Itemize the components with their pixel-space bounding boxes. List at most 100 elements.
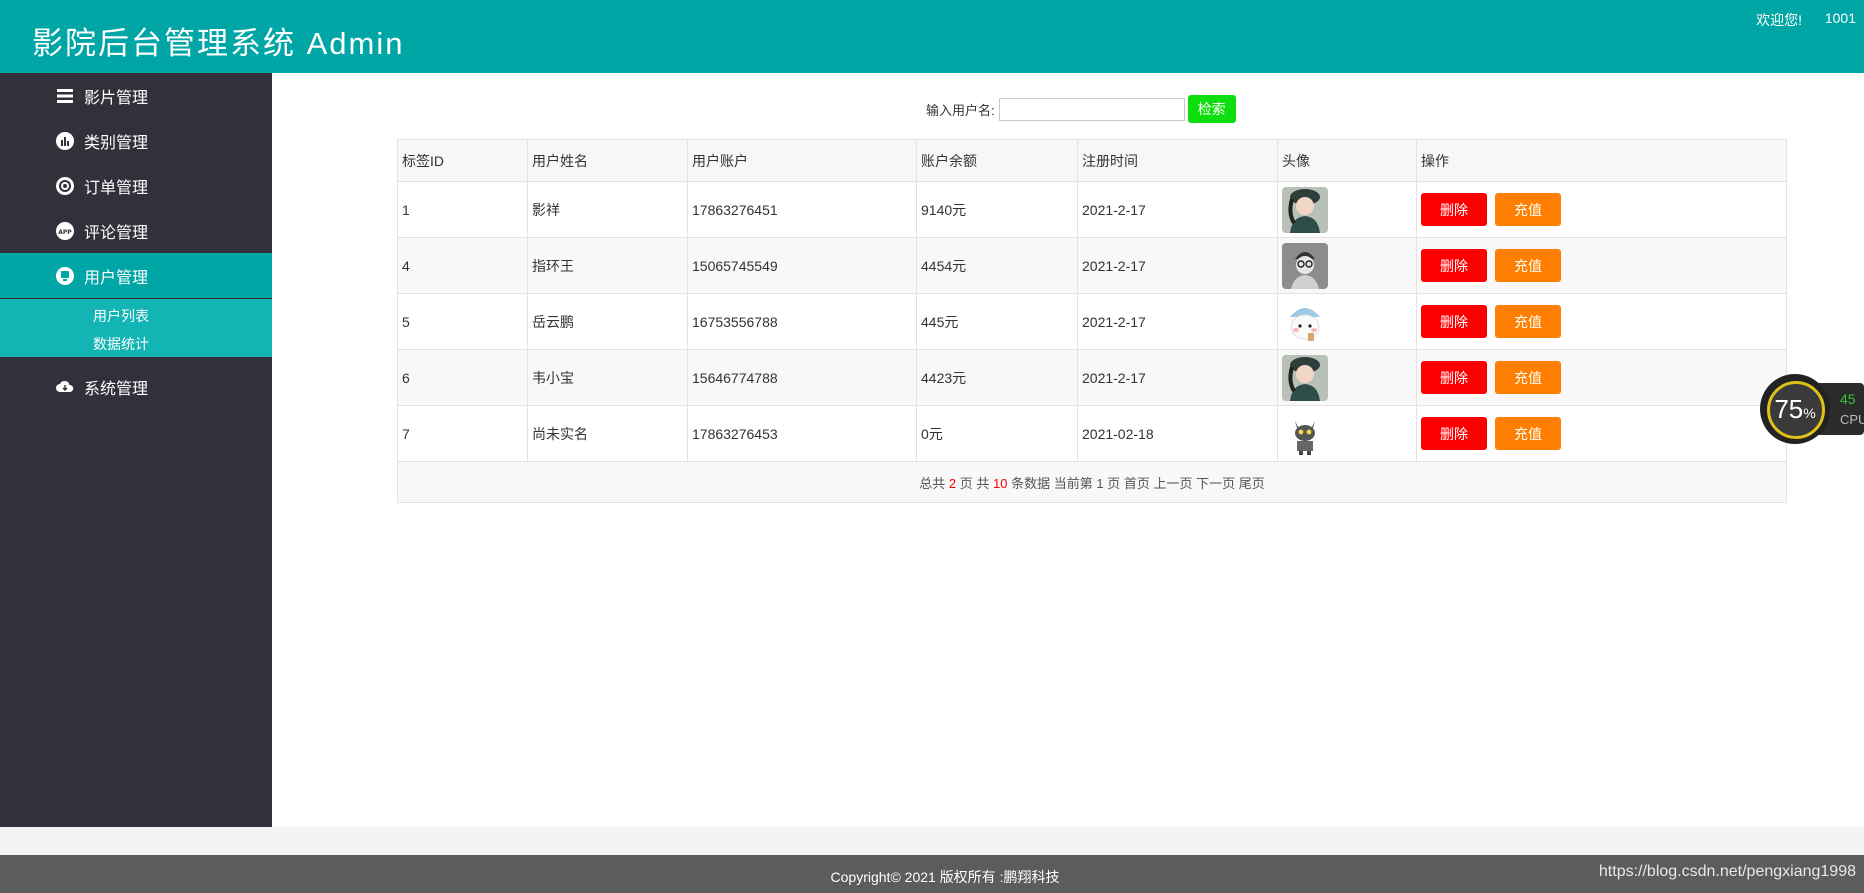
app-icon: APP <box>55 221 75 241</box>
cell-avatar <box>1277 181 1417 238</box>
pagination-text: 条数据 当前第 <box>1011 475 1093 491</box>
pagination-text: 总共 <box>919 475 946 491</box>
cell-avatar <box>1277 293 1417 350</box>
sidebar-item-label: 用户管理 <box>84 269 149 287</box>
watermark-url: https://blog.csdn.net/pengxiang1998 <box>1598 863 1856 880</box>
recharge-button[interactable]: 充值 <box>1495 361 1561 394</box>
cell-name: 指环王 <box>527 237 688 294</box>
delete-button[interactable]: 删除 <box>1421 249 1487 282</box>
cell-actions: 删除 充值 <box>1416 181 1787 238</box>
cell-date: 2021-2-17 <box>1077 349 1278 406</box>
cell-account: 15646774788 <box>687 349 917 406</box>
sidebar-item-label: 影片管理 <box>84 89 149 107</box>
svg-text:APP: APP <box>58 229 72 236</box>
cell-balance: 0元 <box>916 405 1078 462</box>
sidebar-item-label: 评论管理 <box>84 224 149 242</box>
total-pages: 2 <box>948 475 957 491</box>
cpu-secondary-value: 45 <box>1840 391 1856 407</box>
recharge-button[interactable]: 充值 <box>1495 249 1561 282</box>
recharge-button[interactable]: 充值 <box>1495 305 1561 338</box>
app-title: 影院后台管理系统 Admin <box>32 26 405 61</box>
sidebar-item-categories[interactable]: 类别管理 <box>0 118 272 163</box>
cell-name: 尚未实名 <box>527 405 688 462</box>
cell-id: 5 <box>397 293 528 350</box>
cell-account: 16753556788 <box>687 293 917 350</box>
cell-id: 1 <box>397 181 528 238</box>
submenu-statistics[interactable]: 数据统计 <box>93 334 149 354</box>
table-header-row: 标签ID 用户姓名 用户账户 账户余额 注册时间 头像 操作 <box>397 139 1787 182</box>
cell-account: 17863276453 <box>687 405 917 462</box>
column-header: 账户余额 <box>916 139 1078 182</box>
footer: Copyright© 2021 版权所有 :鹏翔科技 https://blog.… <box>0 855 1864 893</box>
cell-avatar <box>1277 237 1417 294</box>
column-header: 用户账户 <box>687 139 917 182</box>
search-label: 输入用户名: <box>926 102 995 118</box>
delete-button[interactable]: 删除 <box>1421 361 1487 394</box>
main-content: 输入用户名: 检索 标签ID 用户姓名 用户账户 账户余额 注册时间 头像 操作… <box>272 73 1864 827</box>
next-page-link[interactable]: 下一页 <box>1196 476 1235 491</box>
cell-balance: 9140元 <box>916 181 1078 238</box>
cell-balance: 4454元 <box>916 237 1078 294</box>
cell-id: 4 <box>397 237 528 294</box>
table-row: 7 尚未实名 17863276453 0元 2021-02-18 删除 充值 <box>397 405 1787 462</box>
pagination-text: 页 共 <box>959 475 990 491</box>
recharge-button[interactable]: 充值 <box>1495 193 1561 226</box>
cell-account: 15065745549 <box>687 237 917 294</box>
cell-actions: 删除 充值 <box>1416 349 1787 406</box>
sidebar-item-label: 类别管理 <box>84 134 149 152</box>
cell-date: 2021-2-17 <box>1077 293 1278 350</box>
user-table: 标签ID 用户姓名 用户账户 账户余额 注册时间 头像 操作 1 影祥 1786… <box>397 139 1787 503</box>
cpu-gauge: 75% <box>1760 374 1830 444</box>
search-bar: 输入用户名: 检索 <box>926 95 1236 123</box>
cell-actions: 删除 充值 <box>1416 293 1787 350</box>
copyright-text: Copyright© 2021 版权所有 :鹏翔科技 <box>830 869 1060 885</box>
submenu-user-list[interactable]: 用户列表 <box>93 306 149 326</box>
cpu-monitor-widget[interactable]: 75% <box>1760 374 1864 444</box>
column-header: 头像 <box>1277 139 1417 182</box>
cell-id: 7 <box>397 405 528 462</box>
sidebar-item-comments[interactable]: APP 评论管理 <box>0 208 272 253</box>
sidebar-item-system[interactable]: 系统管理 <box>0 364 272 409</box>
avatar <box>1282 242 1328 289</box>
cloud-icon <box>55 377 75 397</box>
column-header: 注册时间 <box>1077 139 1278 182</box>
cell-date: 2021-2-17 <box>1077 237 1278 294</box>
table-row: 4 指环王 15065745549 4454元 2021-2-17 删除 充值 <box>397 237 1787 294</box>
total-records: 10 <box>992 475 1008 491</box>
sidebar-item-label: 订单管理 <box>84 179 149 197</box>
cell-date: 2021-02-18 <box>1077 405 1278 462</box>
column-header: 用户姓名 <box>527 139 688 182</box>
delete-button[interactable]: 删除 <box>1421 193 1487 226</box>
cpu-percent: 75% <box>1774 394 1816 424</box>
first-page-link[interactable]: 首页 <box>1124 476 1150 491</box>
sidebar: 影片管理 类别管理 订单管理 APP 评论管理 用户管理 用户列表 数据统计 系… <box>0 73 272 827</box>
avatar <box>1282 186 1328 233</box>
delete-button[interactable]: 删除 <box>1421 417 1487 450</box>
welcome-text: 欢迎您! <box>1756 12 1802 28</box>
column-header: 操作 <box>1416 139 1787 182</box>
cell-balance: 445元 <box>916 293 1078 350</box>
sidebar-item-users[interactable]: 用户管理 <box>0 253 272 298</box>
cell-avatar <box>1277 405 1417 462</box>
avatar <box>1282 410 1328 457</box>
search-input[interactable] <box>998 97 1185 121</box>
delete-button[interactable]: 删除 <box>1421 305 1487 338</box>
cell-name: 韦小宝 <box>527 349 688 406</box>
recharge-button[interactable]: 充值 <box>1495 417 1561 450</box>
prev-page-link[interactable]: 上一页 <box>1153 476 1192 491</box>
user-icon <box>55 266 75 286</box>
last-page-link[interactable]: 尾页 <box>1239 476 1265 491</box>
cell-account: 17863276451 <box>687 181 917 238</box>
bar-chart-icon <box>55 131 75 151</box>
cell-name: 影祥 <box>527 181 688 238</box>
cell-date: 2021-2-17 <box>1077 181 1278 238</box>
sidebar-item-orders[interactable]: 订单管理 <box>0 163 272 208</box>
sidebar-item-movies[interactable]: 影片管理 <box>0 73 272 118</box>
table-row: 6 韦小宝 15646774788 4423元 2021-2-17 删除 充值 <box>397 349 1787 406</box>
user-submenu: 用户列表 数据统计 <box>0 299 272 357</box>
user-id: 1001 <box>1824 10 1856 26</box>
search-button[interactable]: 检索 <box>1187 95 1236 123</box>
table-row: 5 岳云鹏 16753556788 445元 2021-2-17 删除 充值 <box>397 293 1787 350</box>
column-header: 标签ID <box>397 139 528 182</box>
avatar <box>1282 298 1328 345</box>
